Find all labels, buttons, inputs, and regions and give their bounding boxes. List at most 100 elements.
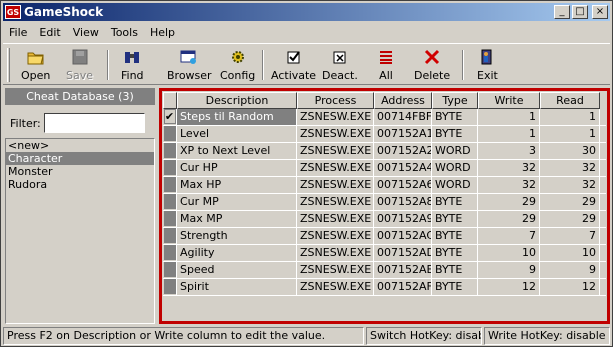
active-checkbox[interactable] — [163, 228, 176, 243]
cell-address: 007152AE — [374, 262, 432, 278]
column-header-description[interactable]: Description — [177, 92, 297, 109]
close-button[interactable]: × — [592, 5, 608, 19]
column-header-check[interactable] — [163, 92, 177, 109]
cell-write[interactable]: 32 — [478, 160, 540, 176]
table-row[interactable]: Agility ZSNESW.EXE 007152AD BYTE 10 10 — [163, 245, 606, 262]
cell-description[interactable]: Speed — [177, 262, 297, 278]
cell-type: BYTE — [432, 126, 478, 142]
exit-button[interactable]: Exit — [477, 48, 498, 84]
cell-description[interactable]: Max HP — [177, 177, 297, 193]
config-button[interactable]: Config — [220, 48, 255, 84]
cell-description[interactable]: Max MP — [177, 211, 297, 227]
activate-button[interactable]: Activate — [271, 48, 316, 84]
table-row[interactable]: Speed ZSNESW.EXE 007152AE BYTE 9 9 — [163, 262, 606, 279]
toolbar-separator — [462, 50, 464, 80]
table-row[interactable]: Level ZSNESW.EXE 007152A1 BYTE 1 1 — [163, 126, 606, 143]
cell-write[interactable]: 9 — [478, 262, 540, 278]
row-check-cell[interactable] — [163, 228, 177, 244]
row-check-cell[interactable] — [163, 126, 177, 142]
table-row[interactable]: Spirit ZSNESW.EXE 007152AF BYTE 12 12 — [163, 279, 606, 296]
find-button[interactable]: Find — [121, 48, 144, 84]
active-checkbox[interactable] — [163, 143, 176, 158]
menu-tools[interactable]: Tools — [105, 26, 144, 39]
active-checkbox[interactable] — [163, 126, 176, 141]
cell-description[interactable]: Strength — [177, 228, 297, 244]
column-header-process[interactable]: Process — [297, 92, 374, 109]
cell-address: 007152A2 — [374, 143, 432, 159]
active-checkbox[interactable] — [163, 279, 176, 294]
cell-description[interactable]: Spirit — [177, 279, 297, 295]
menu-file[interactable]: File — [3, 26, 33, 39]
cell-description[interactable]: Level — [177, 126, 297, 142]
row-check-cell[interactable] — [163, 143, 177, 159]
cell-description[interactable]: Agility — [177, 245, 297, 261]
cell-write[interactable]: 1 — [478, 109, 540, 125]
cheat-database-panel: Cheat Database (3) Filter: <new> Charact… — [5, 88, 155, 324]
row-check-cell[interactable] — [163, 245, 177, 261]
active-checkbox[interactable] — [163, 211, 176, 226]
table-row[interactable]: ✔ Steps til Random ZSNESW.EXE 00714FBF BYTE 1… — [163, 109, 606, 126]
maximize-button[interactable]: □ — [572, 5, 588, 19]
cell-description[interactable]: Cur MP — [177, 194, 297, 210]
cell-description[interactable]: Steps til Random — [177, 109, 297, 125]
checkmark-icon: ✔ — [164, 110, 175, 123]
menu-help[interactable]: Help — [144, 26, 181, 39]
column-header-type[interactable]: Type — [432, 92, 478, 109]
table-row[interactable]: Cur MP ZSNESW.EXE 007152A8 BYTE 29 29 — [163, 194, 606, 211]
cheat-database-list[interactable]: <new> Character Monster Rudora — [5, 138, 155, 324]
save-button[interactable]: Save — [66, 48, 93, 84]
row-check-cell[interactable] — [163, 279, 177, 295]
cell-write[interactable]: 3 — [478, 143, 540, 159]
cell-write[interactable]: 32 — [478, 177, 540, 193]
cell-read: 1 — [540, 126, 600, 142]
all-button[interactable]: All — [377, 48, 395, 84]
active-checkbox[interactable] — [163, 262, 176, 277]
row-check-cell[interactable]: ✔ — [163, 109, 177, 125]
row-check-cell[interactable] — [163, 194, 177, 210]
cell-description[interactable]: XP to Next Level — [177, 143, 297, 159]
cell-write[interactable]: 29 — [478, 194, 540, 210]
filter-input[interactable] — [43, 113, 145, 133]
active-checkbox[interactable] — [163, 245, 176, 260]
active-checkbox[interactable] — [163, 177, 176, 192]
open-folder-icon — [27, 48, 45, 66]
minimize-button[interactable]: _ — [554, 5, 570, 19]
cheat-database-header: Cheat Database (3) — [5, 88, 155, 105]
column-header-read[interactable]: Read — [540, 92, 600, 109]
table-row[interactable]: Strength ZSNESW.EXE 007152AC BYTE 7 7 — [163, 228, 606, 245]
column-header-address[interactable]: Address — [374, 92, 432, 109]
cell-write[interactable]: 12 — [478, 279, 540, 295]
active-checkbox[interactable] — [163, 194, 176, 209]
table-row[interactable]: Max MP ZSNESW.EXE 007152A9 BYTE 29 29 — [163, 211, 606, 228]
toolbar-grip[interactable] — [7, 48, 10, 82]
cell-description[interactable]: Cur HP — [177, 160, 297, 176]
cell-write[interactable]: 1 — [478, 126, 540, 142]
open-button[interactable]: Open — [21, 48, 50, 84]
row-check-cell[interactable] — [163, 262, 177, 278]
delete-button[interactable]: Delete — [414, 48, 450, 84]
column-header-write[interactable]: Write — [478, 92, 540, 109]
browser-button[interactable]: Browser — [167, 48, 212, 84]
active-checkbox[interactable]: ✔ — [163, 109, 176, 124]
menu-edit[interactable]: Edit — [33, 26, 66, 39]
title-bar[interactable]: GS GameShock _ □ × — [3, 3, 610, 21]
cell-read: 32 — [540, 177, 600, 193]
deactivate-icon — [331, 48, 349, 66]
list-item-monster[interactable]: Monster — [6, 165, 154, 178]
row-check-cell[interactable] — [163, 177, 177, 193]
list-item-rudora[interactable]: Rudora — [6, 178, 154, 191]
browser-window-icon — [180, 48, 198, 66]
table-row[interactable]: XP to Next Level ZSNESW.EXE 007152A2 WORD 3 3… — [163, 143, 606, 160]
row-check-cell[interactable] — [163, 211, 177, 227]
table-row[interactable]: Cur HP ZSNESW.EXE 007152A4 WORD 32 32 — [163, 160, 606, 177]
menu-view[interactable]: View — [67, 26, 105, 39]
active-checkbox[interactable] — [163, 160, 176, 175]
cell-write[interactable]: 7 — [478, 228, 540, 244]
list-item-character[interactable]: Character — [6, 152, 154, 165]
list-item-new[interactable]: <new> — [6, 139, 154, 152]
cell-write[interactable]: 29 — [478, 211, 540, 227]
table-row[interactable]: Max HP ZSNESW.EXE 007152A6 WORD 32 32 — [163, 177, 606, 194]
cell-write[interactable]: 10 — [478, 245, 540, 261]
row-check-cell[interactable] — [163, 160, 177, 176]
deactivate-button[interactable]: Deact. — [322, 48, 358, 84]
